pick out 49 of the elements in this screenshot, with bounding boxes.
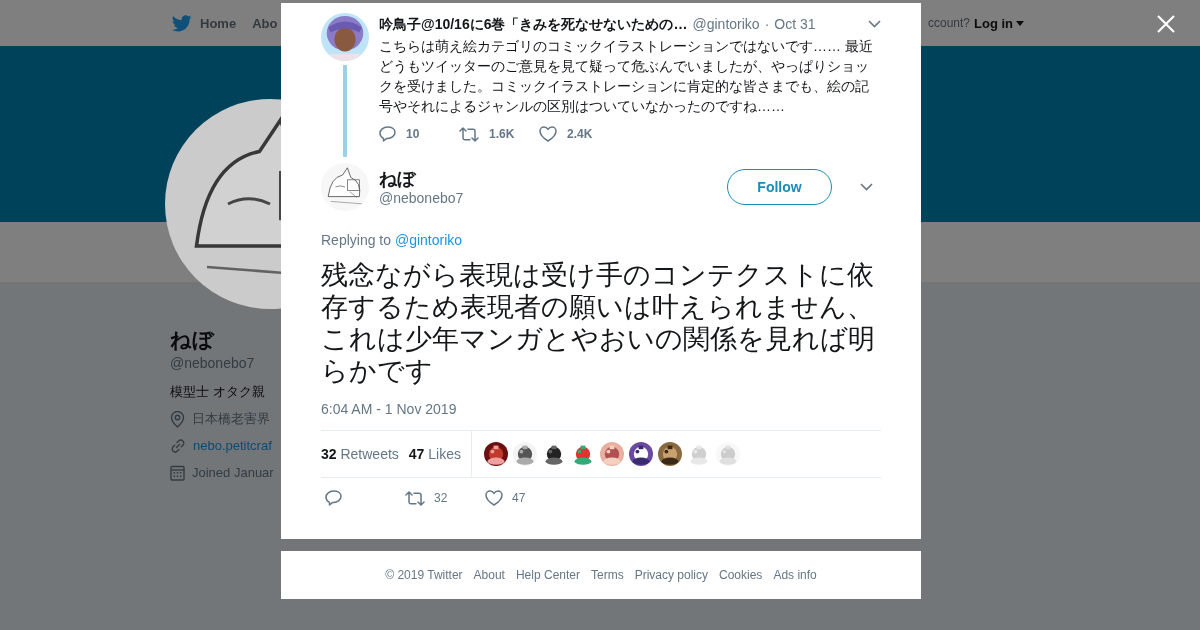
retweet-count: 32 xyxy=(434,491,448,505)
profile-location: 日本橋老害界 xyxy=(192,410,270,428)
profile-handle: @nebonebo7 xyxy=(170,354,255,372)
home-link[interactable]: Home xyxy=(172,14,237,32)
likes-link[interactable]: 47 Likes xyxy=(408,446,461,462)
profile-bio: 模型士 オタク親 xyxy=(170,383,265,401)
retweets-link[interactable]: 32 Retweets xyxy=(321,446,399,462)
login-link[interactable]: Log in xyxy=(974,15,1024,31)
account-prompt: ccount? xyxy=(927,16,970,30)
heart-icon[interactable] xyxy=(539,126,557,142)
follow-button[interactable]: Follow xyxy=(727,169,832,205)
tweet-date[interactable]: Oct 31 xyxy=(774,15,816,33)
footer-link[interactable]: Terms xyxy=(591,568,624,582)
reply-context: Replying to @gintoriko xyxy=(321,231,464,249)
link-icon xyxy=(170,438,186,454)
retweet-count: 1.6K xyxy=(489,127,515,141)
like-count: 2.4K xyxy=(567,127,593,141)
footer-link[interactable]: Cookies xyxy=(719,568,763,582)
author-handle[interactable]: @nebonebo7 xyxy=(379,190,464,206)
footer-link[interactable]: Ads info xyxy=(773,568,817,582)
separator-dot: · xyxy=(764,15,770,33)
like-count: 47 xyxy=(512,491,526,505)
join-date: Joined Januar xyxy=(192,464,274,482)
profile-name: ねぼ xyxy=(170,327,214,353)
reply-count: 10 xyxy=(406,127,420,141)
chevron-down-icon[interactable] xyxy=(860,183,873,191)
heart-icon[interactable] xyxy=(485,490,503,506)
location-pin-icon xyxy=(170,410,185,428)
retweet-icon[interactable] xyxy=(405,490,425,506)
close-icon[interactable] xyxy=(1157,15,1175,33)
mention-link[interactable]: @gintoriko xyxy=(394,232,463,248)
footer-link[interactable]: About xyxy=(473,568,505,582)
tweet-text: 残念ながら表現は受け手のコンテクストに依存するため表現者の願いは叶えられません、これは少年マンガとやおいの関係を見れば明らかです xyxy=(321,259,876,387)
tweet-text: こちらは萌え絵カテゴリのコミックイラストレーションではないです…… 最近どうもツイッターのご意見を見て疑って危ぶんでいましたが、やっぱりショックを受けました。コミックイラストレーションに肯定的な皆さまでも、絵の記号やそれによるジャンルの区別はついていなかったのですね…… xyxy=(379,37,874,116)
tweet-timestamp: 6:04 AM - 1 Nov 2019 xyxy=(321,400,458,418)
chevron-down-icon[interactable] xyxy=(868,20,881,28)
reply-icon[interactable] xyxy=(379,126,396,142)
bird-logo-icon xyxy=(172,14,192,32)
author-handle[interactable]: @gintoriko xyxy=(692,15,760,33)
calendar-icon xyxy=(170,465,185,481)
author-name[interactable]: ねぼ xyxy=(379,168,415,190)
reply-icon[interactable] xyxy=(325,490,342,506)
footer-link[interactable]: Help Center xyxy=(515,568,580,582)
retweet-icon[interactable] xyxy=(459,126,479,142)
footer-link[interactable]: © 2019 Twitter xyxy=(385,568,463,582)
nav-link[interactable]: Abo xyxy=(252,15,278,31)
caret-icon xyxy=(1016,20,1024,26)
footer-link[interactable]: Privacy policy xyxy=(634,568,708,582)
author-name[interactable]: 吟鳥子@10/16に6巻「きみを死なせないための… xyxy=(379,15,688,33)
